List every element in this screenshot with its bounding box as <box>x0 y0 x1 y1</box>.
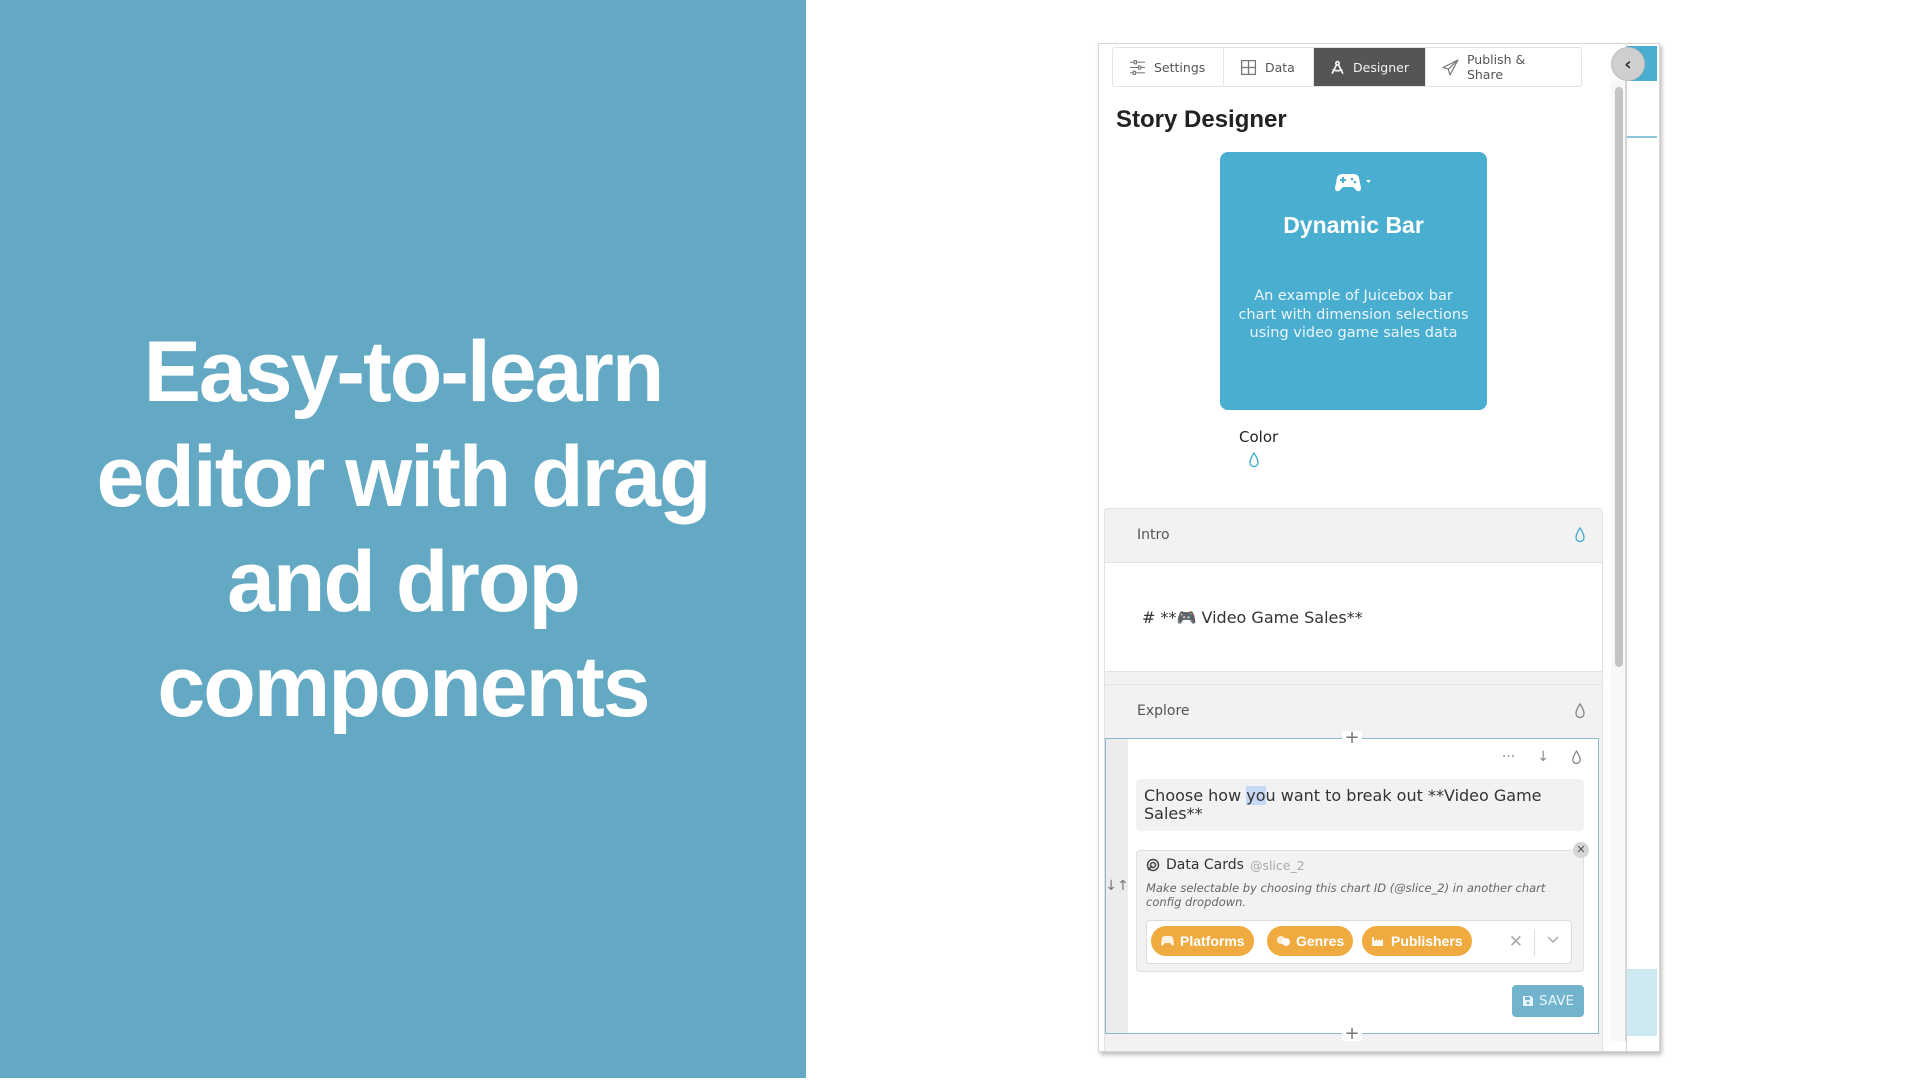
theater-masks-icon <box>1277 936 1290 946</box>
clear-selection-button[interactable]: ✕ <box>1509 932 1523 952</box>
industry-icon <box>1372 937 1383 946</box>
pill-label: Platforms <box>1180 933 1245 949</box>
dimension-multiselect[interactable]: Platforms Genres Publishers ✕ <box>1146 920 1572 964</box>
collapse-panel-button[interactable]: ‹ <box>1611 47 1645 81</box>
tab-settings[interactable]: Settings <box>1113 48 1224 86</box>
save-label: SAVE <box>1539 993 1574 1009</box>
intro-content[interactable]: # **🎮 Video Game Sales** <box>1105 562 1602 672</box>
preview-divider <box>1627 136 1657 138</box>
compass-drafting-icon <box>1331 60 1344 74</box>
sliders-icon <box>1130 59 1145 75</box>
add-block-above-button[interactable]: + <box>1342 729 1362 747</box>
page-title: Story Designer <box>1116 106 1287 133</box>
tab-label: Data <box>1265 59 1295 75</box>
add-block-below-button[interactable]: + <box>1342 1025 1362 1043</box>
droplet-icon[interactable] <box>1574 527 1586 543</box>
story-card-title: Dynamic Bar <box>1283 212 1424 238</box>
block-toolbar: ··· ↓ <box>1502 749 1582 765</box>
scrollbar[interactable] <box>1611 81 1626 1041</box>
color-label: Color <box>1239 428 1279 446</box>
explore-content-block: + ↓↑ ··· ↓ Choose how you want to break … <box>1105 729 1599 1043</box>
gamepad-icon <box>1335 174 1371 192</box>
droplet-icon[interactable] <box>1248 452 1260 468</box>
tab-data[interactable]: Data <box>1224 48 1314 86</box>
text-segment: Choose how <box>1144 786 1247 805</box>
slice-id: @slice_2 <box>1249 857 1305 873</box>
data-cards-title: Data Cards <box>1166 857 1244 873</box>
hero-headline: Easy-to-learn editor with drag and drop … <box>96 324 712 735</box>
story-card[interactable]: Dynamic Bar An example of Juicebox bar c… <box>1220 152 1487 410</box>
tab-label: Publish & Share <box>1466 52 1526 82</box>
tab-bar: Settings Data Designer Publish & Share <box>1112 47 1582 87</box>
chevron-left-icon: ‹ <box>1624 53 1632 75</box>
editor-panel: Settings Data Designer Publish & Share ‹… <box>1098 43 1660 1052</box>
data-cards-component: ✕ Data Cards @slice_2 Make selectable by… <box>1136 842 1589 972</box>
multiselect-divider <box>1534 929 1535 956</box>
pill-publishers[interactable]: Publishers <box>1362 926 1472 956</box>
preview-strip <box>1626 44 1657 1051</box>
sort-arrows-icon: ↓↑ <box>1105 878 1129 894</box>
section-header[interactable]: Intro <box>1105 509 1602 561</box>
pill-platforms[interactable]: Platforms <box>1151 926 1254 956</box>
explore-text-editor[interactable]: Choose how you want to break out **Video… <box>1136 779 1584 831</box>
section-title: Intro <box>1137 527 1170 543</box>
data-cards-description: Make selectable by choosing this chart I… <box>1146 881 1546 909</box>
pill-label: Publishers <box>1391 933 1463 949</box>
table-grid-icon <box>1240 59 1257 75</box>
move-down-icon[interactable]: ↓ <box>1537 749 1549 765</box>
more-options-icon[interactable]: ··· <box>1502 749 1515 765</box>
hero-panel: Easy-to-learn editor with drag and drop … <box>0 0 806 1078</box>
tab-designer[interactable]: Designer <box>1314 48 1426 86</box>
drag-handle[interactable]: ↓↑ <box>1105 739 1129 1033</box>
paper-plane-icon <box>1442 59 1459 75</box>
section-title: Explore <box>1137 703 1190 719</box>
remove-component-button[interactable]: ✕ <box>1573 842 1589 858</box>
pill-label: Genres <box>1296 933 1345 949</box>
tab-publish-share[interactable]: Publish & Share <box>1426 48 1581 86</box>
text-selection: yo <box>1246 786 1266 805</box>
gamepad-icon <box>1161 936 1174 946</box>
pill-genres[interactable]: Genres <box>1267 926 1354 956</box>
data-cards-icon <box>1146 858 1160 872</box>
droplet-icon[interactable] <box>1571 749 1582 765</box>
droplet-icon[interactable] <box>1574 703 1586 719</box>
chevron-down-icon[interactable] <box>1547 936 1559 944</box>
save-button[interactable]: SAVE <box>1512 985 1584 1017</box>
tab-label: Designer <box>1353 59 1409 75</box>
data-cards-header: Data Cards @slice_2 <box>1146 857 1305 873</box>
tab-label: Settings <box>1154 59 1206 75</box>
story-card-description: An example of Juicebox bar chart with di… <box>1238 288 1469 341</box>
scrollbar-thumb[interactable] <box>1615 87 1623 667</box>
preview-highlight <box>1627 969 1657 1036</box>
floppy-disk-icon <box>1523 996 1534 1006</box>
